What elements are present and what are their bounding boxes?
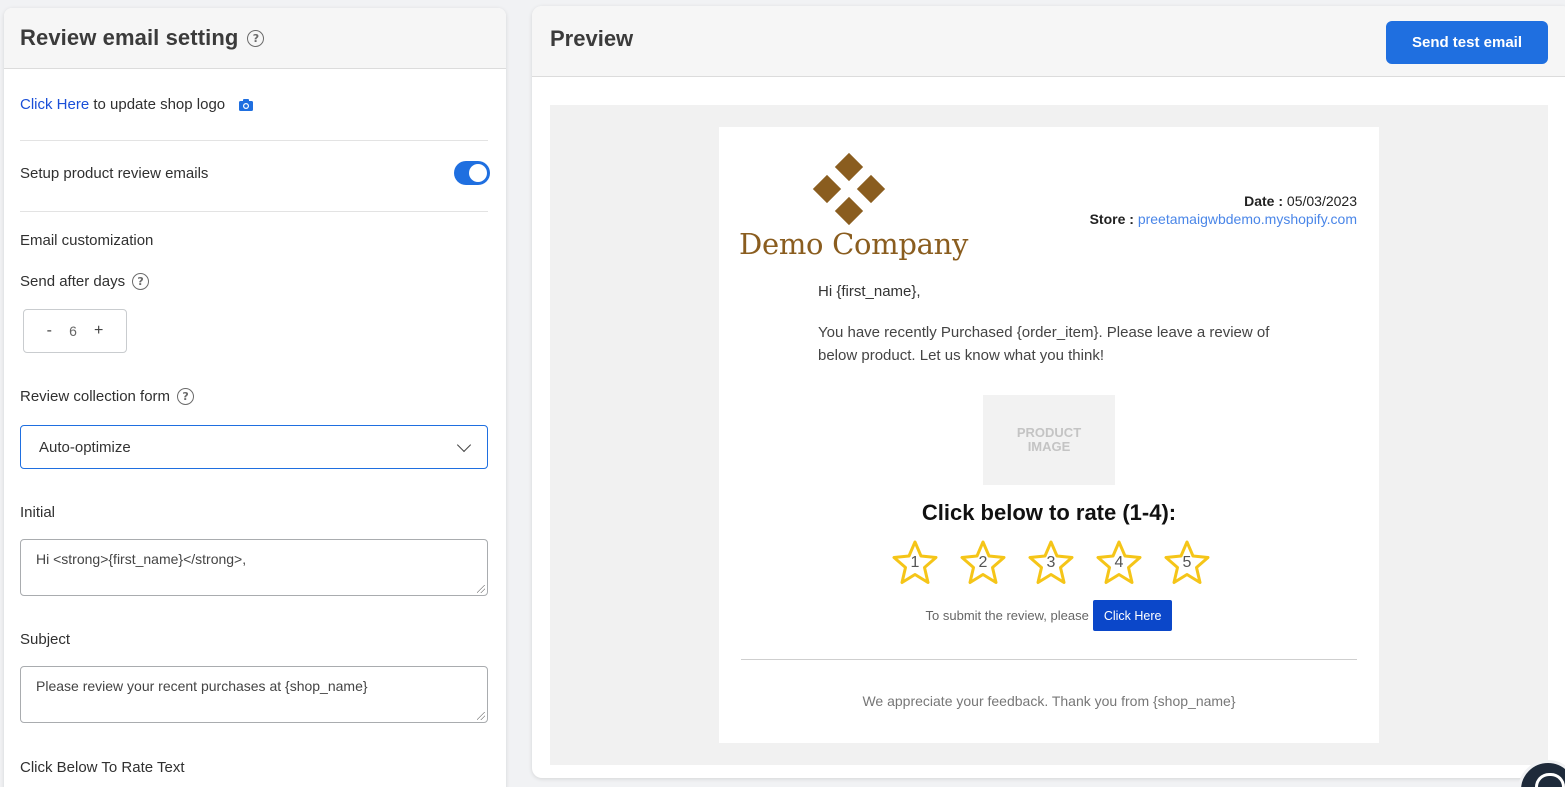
email-customization-heading: Email customization [20,232,153,249]
send-after-days-stepper: - 6 + [23,309,127,353]
review-form-select[interactable]: Auto-optimize [20,425,488,469]
logo-diamond [834,196,864,226]
logo-diamond [834,152,864,182]
subject-textarea[interactable]: Please review your recent purchases at {… [20,666,488,723]
rating-star-number: 5 [1182,554,1192,571]
setup-review-emails-label: Setup product review emails [20,164,209,182]
subject-heading: Subject [20,631,70,648]
rate-text-heading: Click Below To Rate Text [20,759,185,776]
date-value: 05/03/2023 [1283,193,1357,209]
email-body: You have recently Purchased {order_item}… [818,324,1270,364]
initial-textarea-value: Hi <strong>{first_name}</strong>, [36,551,247,567]
preview-header: Preview Send test email [532,6,1565,77]
decrement-button[interactable]: - [47,322,52,340]
headset-icon [1535,773,1565,787]
submit-text: To submit the review, please [925,608,1089,623]
email-footer: We appreciate your feedback. Thank you f… [862,693,1236,709]
store-link[interactable]: preetamaigwbdemo.myshopify.com [1134,211,1357,227]
company-name: Demo Company [739,227,969,261]
product-image-text: PRODUCT [1016,425,1082,440]
email-preview: Demo Company Date : 05/03/2023 Store : p… [719,127,1379,743]
resize-handle-icon[interactable] [477,712,485,720]
rating-star-3[interactable]: 3 [1027,539,1075,587]
rating-star-number: 1 [910,554,920,571]
preview-panel: Preview Send test email Demo Company Dat… [532,6,1565,778]
settings-panel: Review email setting ? Click Here to upd… [4,8,506,787]
rating-star-5[interactable]: 5 [1163,539,1211,587]
initial-heading: Initial [20,504,55,521]
chevron-down-icon [456,437,472,452]
date-label: Date : [1244,193,1284,209]
store-line: Store : preetamaigwbdemo.myshopify.com [1090,210,1357,228]
rate-heading: Click below to rate (1-4): [921,500,1177,525]
toggle-knob [469,164,487,182]
resize-handle-icon[interactable] [477,585,485,593]
update-logo-link[interactable]: Click Here [20,96,89,113]
product-image-text: IMAGE [1027,439,1071,454]
review-form-label: Review collection form [20,388,171,405]
greeting-suffix: , [916,283,921,300]
rating-stars: 1 2 3 4 5 [891,539,1211,587]
rating-star-1[interactable]: 1 [891,539,939,587]
email-meta: Date : 05/03/2023 Store : preetamaigwbde… [1090,192,1357,228]
email-customization-label: Email customization [20,232,154,249]
rating-star-number: 2 [978,554,988,571]
initial-textarea[interactable]: Hi <strong>{first_name}</strong>, [20,539,488,596]
setup-review-emails-toggle[interactable] [454,161,490,185]
rating-star-4[interactable]: 4 [1095,539,1143,587]
review-form-selected-value: Auto-optimize [39,438,131,456]
send-after-days-value[interactable]: 6 [69,323,77,339]
preview-title: Preview [550,26,634,51]
review-form-heading: Review collection form ? [20,388,195,405]
date-line: Date : 05/03/2023 [1090,192,1357,210]
logo-diamond [812,174,842,204]
send-after-days-heading: Send after days ? [20,273,150,290]
email-greeting: Hi {first_name}, [818,283,921,300]
increment-button[interactable]: + [94,322,103,340]
rate-text-label: Click Below To Rate Text [20,759,185,776]
camera-icon[interactable] [239,98,254,111]
greeting-prefix: Hi [818,283,837,300]
rating-star-2[interactable]: 2 [959,539,1007,587]
send-after-days-label: Send after days [20,273,126,290]
update-logo-text: to update shop logo [89,96,226,113]
logo-diamond [856,174,886,204]
help-icon[interactable]: ? [247,29,265,47]
rating-star-number: 4 [1114,554,1124,571]
settings-header: Review email setting ? [4,8,506,69]
help-icon[interactable]: ? [132,273,150,290]
setup-review-emails-row: Setup product review emails [20,161,490,185]
initial-label: Initial [20,504,56,521]
divider [20,140,488,141]
update-logo-row: Click Here to update shop logo [20,96,254,113]
email-divider [741,659,1357,660]
rating-star-number: 3 [1046,554,1056,571]
submit-review-button[interactable]: Click Here [1092,600,1173,631]
store-label: Store : [1089,211,1134,227]
settings-title: Review email setting [20,25,239,50]
greeting-name: {first_name} [836,283,917,300]
company-logo: Demo Company [739,152,968,263]
submit-row: To submit the review, please Click Here [719,600,1379,631]
divider [20,211,488,212]
subject-label: Subject [20,631,71,648]
help-icon[interactable]: ? [177,388,195,405]
send-test-email-button[interactable]: Send test email [1386,21,1548,64]
subject-textarea-value: Please review your recent purchases at {… [36,678,368,694]
email-preview-area: Demo Company Date : 05/03/2023 Store : p… [550,105,1548,765]
product-image-placeholder: PRODUCT IMAGE [983,395,1115,485]
